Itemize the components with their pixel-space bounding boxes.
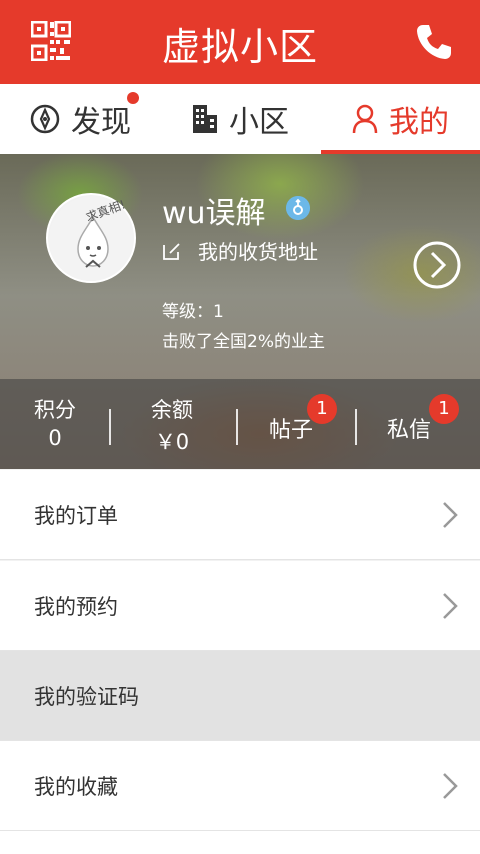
stat-points[interactable]: 积分 0 [20,394,90,450]
menu-item-label: 我的验证码 [34,685,139,709]
tab-bar: 发现 小区 我的 [0,84,480,154]
gender-icon [286,196,310,220]
stats-divider [109,409,111,445]
tab-community[interactable]: 小区 [160,84,320,154]
notification-dot [127,92,139,104]
menu-item-label: 我的预约 [34,595,118,619]
messages-badge: 1 [429,394,459,424]
stat-posts[interactable]: 帖子 [269,412,313,444]
stat-balance[interactable]: 余额 ￥0 [136,394,208,456]
building-icon [191,103,219,135]
chevron-right-icon [443,773,458,799]
level-text: 等级：1 [162,302,224,322]
tab-mine[interactable]: 我的 [320,84,480,154]
stats-divider [236,409,238,445]
app-title: 虚拟小区 [161,25,318,69]
shipping-address-link[interactable]: 我的收货地址 [162,236,318,265]
chevron-right-icon [443,502,458,528]
person-icon [351,103,379,135]
stat-balance-label: 余额 [151,398,193,422]
rank-text: 击败了全国2%的业主 [162,332,325,352]
posts-badge: 1 [307,394,337,424]
menu-item-label: 我的订单 [34,504,118,528]
stats-divider [355,409,357,445]
shipping-address-label: 我的收货地址 [198,240,318,264]
menu-item-appointments[interactable]: 我的预约 [0,561,480,651]
edit-icon [163,242,180,260]
stat-points-value: 0 [48,426,62,450]
tab-community-label: 小区 [229,105,289,140]
chevron-right-icon [443,593,458,619]
tab-mine-label: 我的 [389,105,449,140]
username: wu误解 [162,196,266,231]
top-bar: 虚拟小区 [0,0,480,84]
stat-balance-value: ￥0 [154,430,190,454]
stat-points-label: 积分 [34,398,76,422]
menu-item-label: 我的收藏 [34,775,118,799]
menu-item-partial [0,831,480,854]
menu-item-orders[interactable]: 我的订单 [0,470,480,560]
compass-icon [29,103,61,135]
chevron-right-circle-icon[interactable] [413,241,461,289]
tab-discover-label: 发现 [71,105,131,140]
phone-icon[interactable] [414,22,454,62]
menu-item-favorites[interactable]: 我的收藏 [0,741,480,831]
menu-item-verification-codes[interactable]: 我的验证码 [0,651,480,741]
profile-header: 求真相! wu误解 我的收货地址 等级：1 击败了全国2%的业主 积分 0 余额… [0,154,480,469]
stat-messages[interactable]: 私信 [387,412,431,444]
